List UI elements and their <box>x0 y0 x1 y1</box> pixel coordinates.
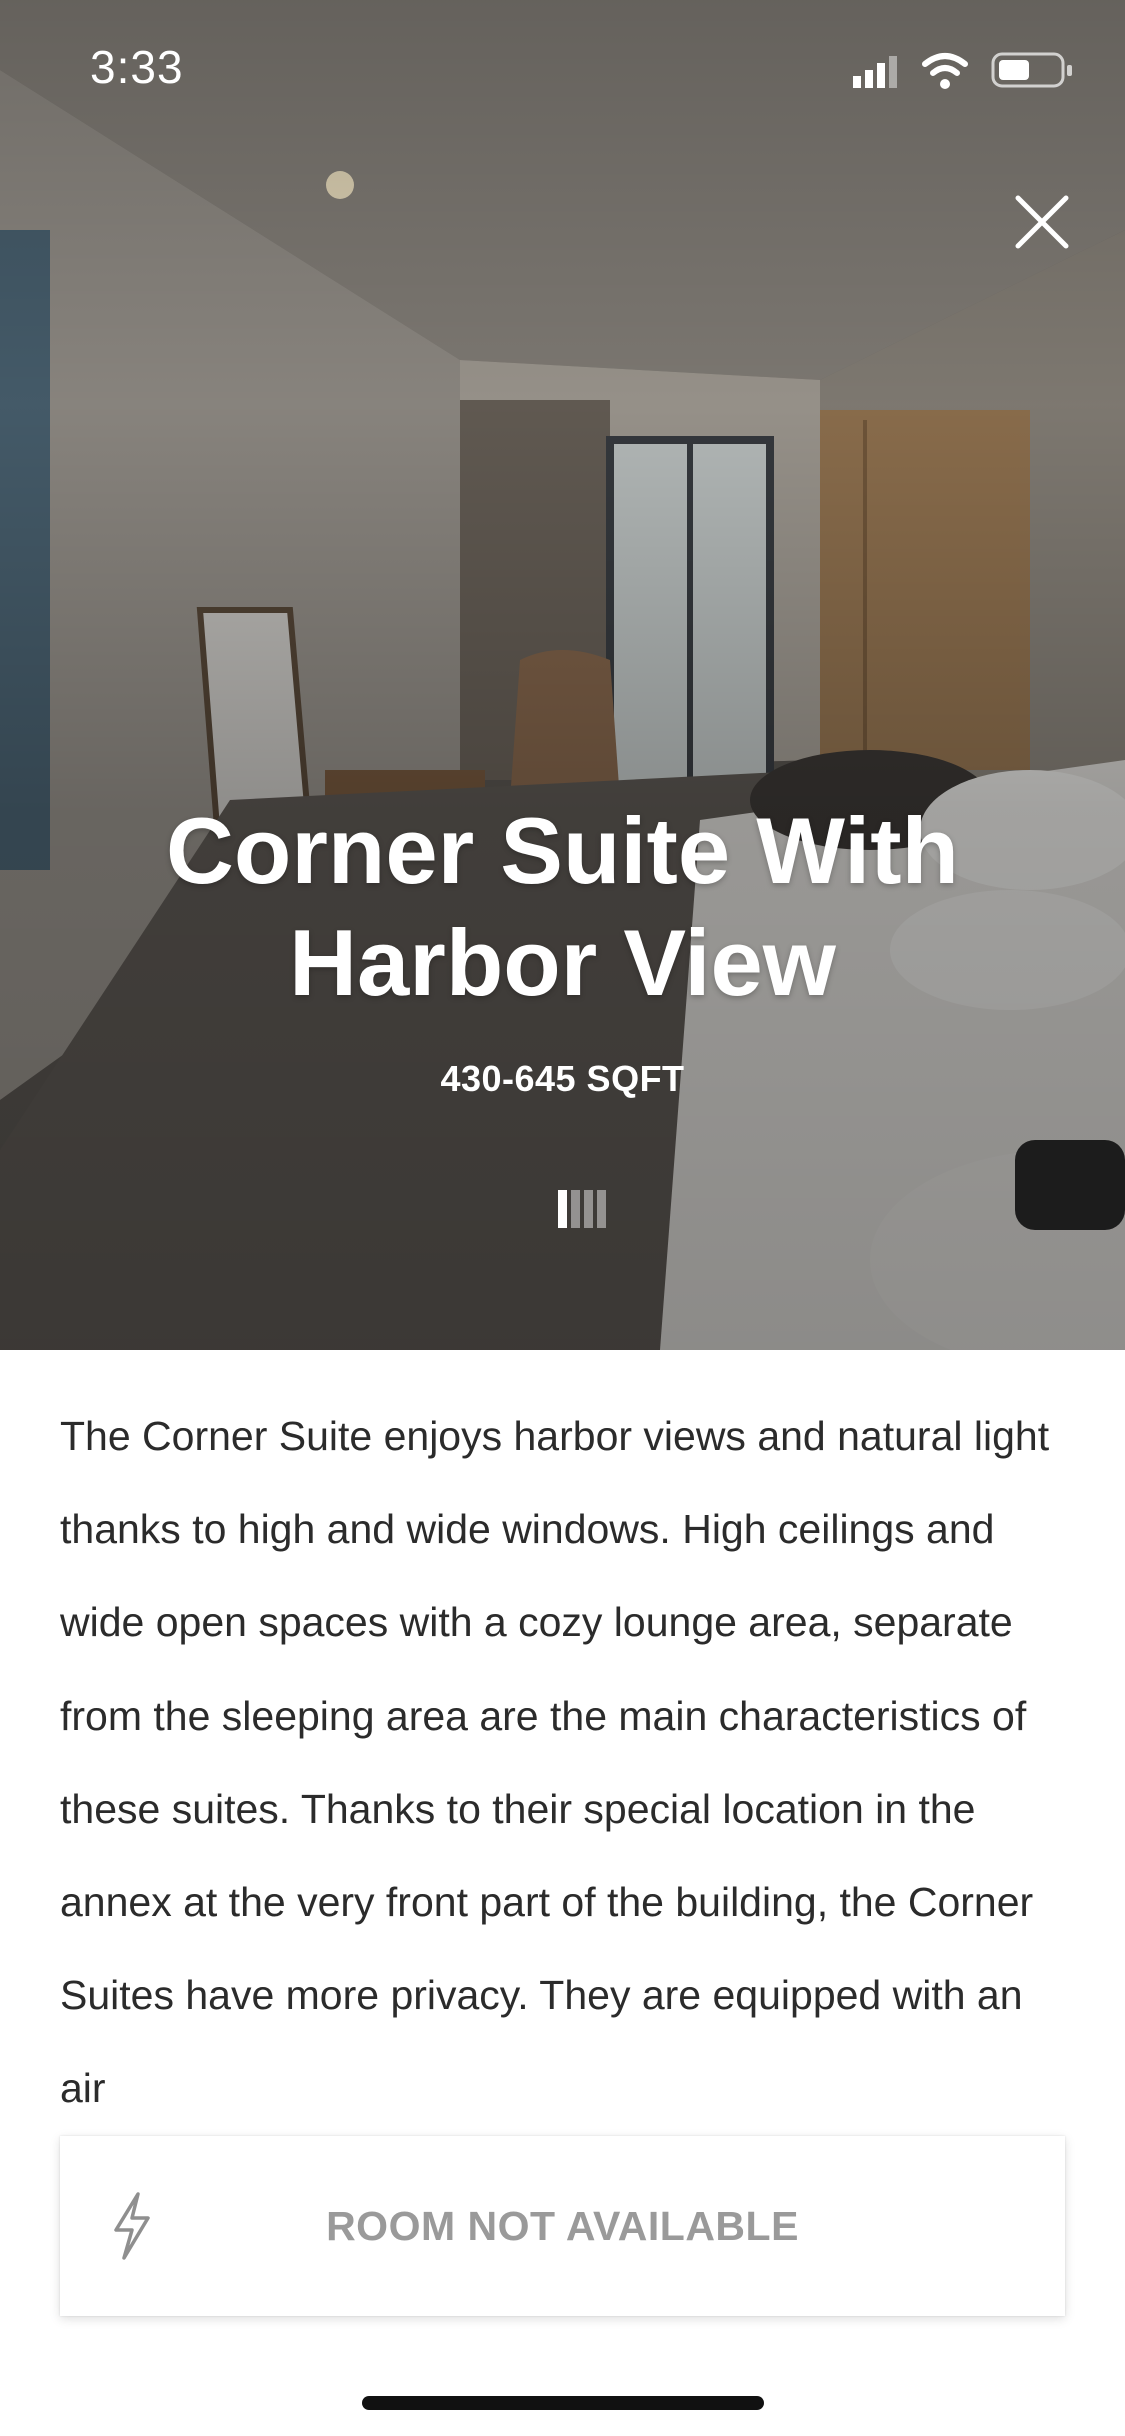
room-title: Corner Suite With Harbor View <box>166 798 959 1015</box>
availability-label: ROOM NOT AVAILABLE <box>326 2203 799 2249</box>
status-time: 3:33 <box>90 41 184 93</box>
pager-dot[interactable] <box>584 1190 593 1228</box>
room-size: 430-645 SQFT <box>440 1058 685 1099</box>
close-icon[interactable] <box>1000 180 1084 264</box>
pager-dot[interactable] <box>558 1190 567 1228</box>
battery-icon <box>991 52 1072 88</box>
wifi-icon <box>922 53 968 89</box>
room-description: The Corner Suite enjoys harbor views and… <box>60 1413 1050 2112</box>
home-indicator[interactable] <box>362 2396 764 2410</box>
status-icons <box>853 52 1072 89</box>
hero-section: 3:33 Corner Suite With Harbor View 430-6… <box>0 0 1125 1350</box>
pager-dot[interactable] <box>571 1190 580 1228</box>
pager-dot[interactable] <box>597 1190 606 1228</box>
hero-overlay <box>0 0 1125 1350</box>
cellular-signal-icon <box>853 56 897 88</box>
photo-pager[interactable] <box>558 1190 614 1228</box>
availability-button[interactable]: ROOM NOT AVAILABLE <box>60 2136 1065 2316</box>
